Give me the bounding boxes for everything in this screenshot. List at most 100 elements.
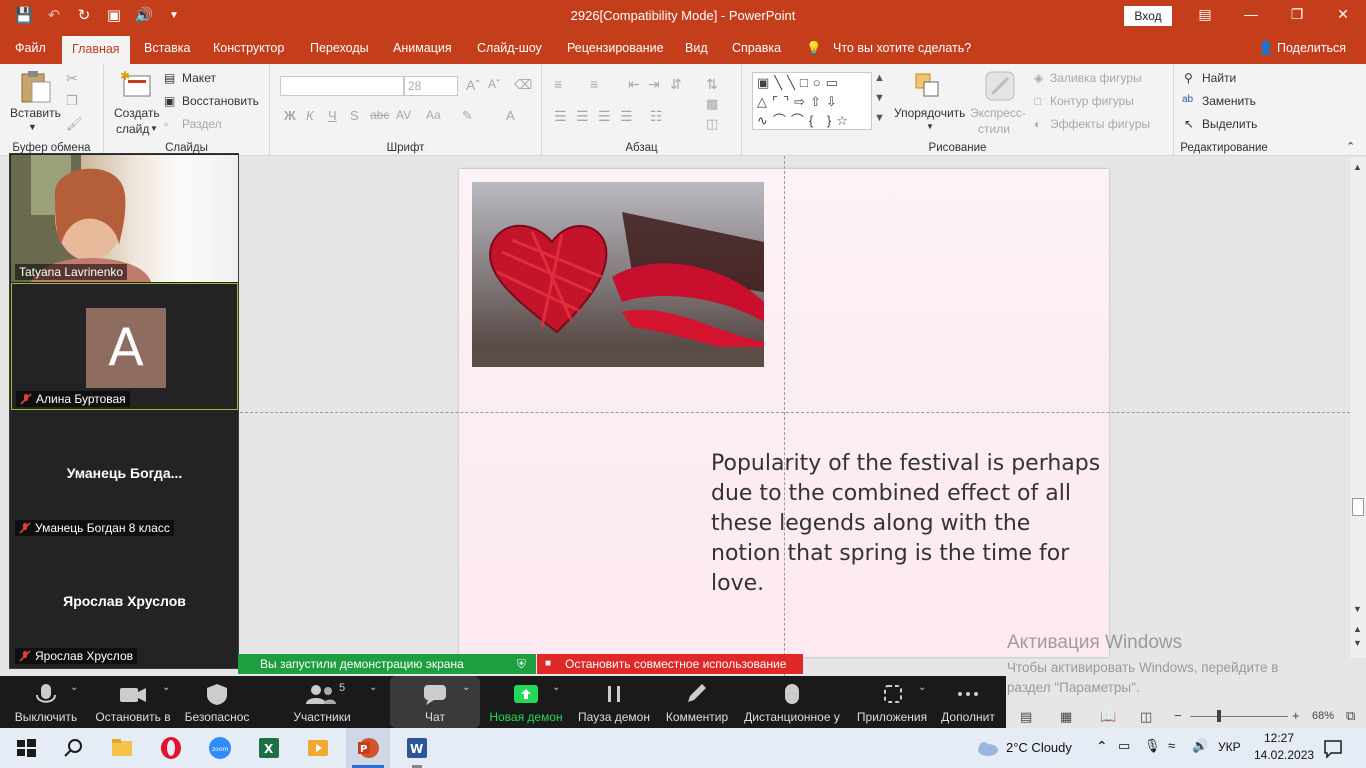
- highlight-icon[interactable]: ✎: [462, 108, 473, 124]
- paste-dropdown-icon[interactable]: ▼: [28, 122, 37, 132]
- search-icon[interactable]: [62, 736, 86, 760]
- new-slide-label-2[interactable]: слайд: [116, 122, 149, 136]
- next-slide-icon[interactable]: ▼: [1353, 638, 1362, 648]
- close-icon[interactable]: ✕: [1331, 6, 1355, 23]
- notifications-icon[interactable]: [1322, 736, 1344, 760]
- minimize-icon[interactable]: —: [1239, 6, 1263, 22]
- horizontal-guide[interactable]: [240, 412, 1350, 413]
- bold-icon[interactable]: Ж: [284, 108, 296, 123]
- reading-view-icon[interactable]: 📖: [1100, 709, 1116, 725]
- file-explorer-icon[interactable]: [110, 736, 134, 760]
- shapes-scroll-down-icon[interactable]: ▼: [874, 92, 885, 104]
- share-button[interactable]: Поделиться: [1277, 41, 1346, 55]
- fit-slide-icon[interactable]: ⧉: [1346, 708, 1355, 724]
- new-slide-dropdown-icon[interactable]: ▼: [150, 124, 158, 133]
- participant-tile[interactable]: Уманець Богда... Уманець Богдан 8 класс: [11, 411, 238, 538]
- apps-options-icon[interactable]: ⌄: [918, 682, 926, 693]
- format-painter-icon[interactable]: 🖌: [66, 116, 83, 132]
- tab-file[interactable]: Файл: [15, 41, 46, 55]
- vertical-guide[interactable]: [784, 156, 785, 676]
- arrange-dropdown-icon[interactable]: ▼: [926, 122, 934, 131]
- tab-help[interactable]: Справка: [732, 41, 781, 55]
- arrange-button[interactable]: Упорядочить: [894, 106, 965, 120]
- slide-body-text[interactable]: Popularity of the festival is perhaps du…: [711, 449, 1103, 599]
- tab-transitions[interactable]: Переходы: [310, 41, 369, 55]
- font-name-combo[interactable]: [280, 76, 404, 96]
- volume-icon[interactable]: 🔊: [1192, 738, 1208, 754]
- new-slide-button[interactable]: Создать: [114, 106, 160, 120]
- increase-indent-icon[interactable]: ⇥: [648, 76, 660, 93]
- security-button[interactable]: Безопаснос: [180, 676, 254, 728]
- wifi-icon[interactable]: ≈: [1168, 738, 1175, 753]
- annotate-button[interactable]: Комментир: [660, 676, 734, 728]
- scroll-down-icon[interactable]: ▼: [1353, 604, 1362, 614]
- align-left-icon[interactable]: ☰: [554, 108, 567, 125]
- align-right-icon[interactable]: ☰: [598, 108, 611, 125]
- participant-tile[interactable]: Tatyana Lavrinenko: [11, 155, 238, 282]
- font-size-combo[interactable]: 28: [404, 76, 458, 96]
- stop-share-button[interactable]: ■ Остановить совместное использование: [537, 654, 803, 674]
- zoom-out-icon[interactable]: −: [1174, 708, 1182, 723]
- cloudy-weather-icon[interactable]: [974, 736, 1000, 760]
- signin-button[interactable]: Вход: [1124, 6, 1172, 26]
- replace-button[interactable]: Заменить: [1202, 94, 1256, 108]
- tab-design[interactable]: Конструктор: [213, 41, 284, 55]
- shape-outline-button[interactable]: Контур фигуры: [1050, 94, 1134, 108]
- slideshow-view-icon[interactable]: ◫: [1140, 709, 1152, 725]
- zoom-level[interactable]: 68%: [1312, 710, 1334, 722]
- shadow-icon[interactable]: S: [350, 108, 359, 123]
- cut-icon[interactable]: ✂: [66, 70, 78, 87]
- tell-me-search[interactable]: Что вы хотите сделать?: [833, 41, 971, 55]
- shape-effects-button[interactable]: Эффекты фигуры: [1050, 117, 1150, 131]
- align-text-icon[interactable]: ▩: [706, 96, 718, 112]
- slide-sorter-icon[interactable]: ▦: [1060, 709, 1072, 725]
- smartart-icon[interactable]: ◫: [706, 116, 718, 132]
- layout-button[interactable]: Макет: [182, 71, 216, 85]
- tab-review[interactable]: Рецензирование: [567, 41, 664, 55]
- excel-icon[interactable]: X: [257, 736, 281, 760]
- ribbon-display-icon[interactable]: ▤: [1193, 6, 1217, 23]
- clock-date[interactable]: 14.02.2023: [1254, 748, 1314, 762]
- opera-icon[interactable]: [159, 736, 183, 760]
- line-spacing-icon[interactable]: ⇵: [670, 76, 682, 93]
- section-button[interactable]: Раздел: [182, 117, 222, 131]
- text-direction-icon[interactable]: ⇅: [706, 76, 718, 93]
- tab-view[interactable]: Вид: [685, 41, 708, 55]
- tab-animations[interactable]: Анимация: [393, 41, 452, 55]
- numbering-icon[interactable]: ≡: [590, 76, 598, 92]
- font-color-icon[interactable]: A: [506, 108, 515, 123]
- powerpoint-icon[interactable]: P: [356, 736, 380, 760]
- media-player-icon[interactable]: [306, 736, 330, 760]
- underline-icon[interactable]: Ч: [328, 108, 337, 123]
- shapes-more-icon[interactable]: ▼: [874, 112, 885, 124]
- quick-styles-label-2[interactable]: стили: [978, 122, 1010, 136]
- clear-format-icon[interactable]: ⌫: [514, 77, 532, 93]
- paste-button[interactable]: Вставить: [10, 106, 61, 120]
- shrink-font-icon[interactable]: Aˇ: [488, 77, 500, 91]
- find-button[interactable]: Найти: [1202, 71, 1236, 85]
- shapes-gallery[interactable]: ▣╲╲□○▭ △⌜⌝⇨⇧⇩ ∿⌒⌒{ }☆: [752, 72, 872, 130]
- microphone-tray-icon[interactable]: 🎙: [1144, 738, 1161, 754]
- char-spacing-icon[interactable]: AV: [396, 108, 411, 122]
- prev-slide-icon[interactable]: ▲: [1353, 624, 1362, 634]
- grow-font-icon[interactable]: Aˆ: [466, 77, 480, 93]
- share-options-icon[interactable]: ⌄: [552, 682, 560, 693]
- tab-home[interactable]: Главная: [62, 36, 130, 64]
- collapse-ribbon-icon[interactable]: ⌃: [1346, 140, 1355, 153]
- vertical-scrollbar[interactable]: ▲ ▼ ▲ ▼: [1350, 158, 1366, 658]
- mute-options-icon[interactable]: ⌄: [70, 682, 78, 693]
- mute-button[interactable]: ⌄ Выключить: [8, 676, 84, 728]
- quick-styles-button[interactable]: Экспресс-: [970, 106, 1026, 120]
- show-hidden-icons[interactable]: ⌃: [1096, 738, 1108, 755]
- shape-fill-button[interactable]: Заливка фигуры: [1050, 71, 1142, 85]
- battery-icon[interactable]: ▭: [1118, 738, 1130, 754]
- scroll-up-icon[interactable]: ▲: [1353, 162, 1362, 172]
- participant-tile[interactable]: Ярослав Хруслов Ярослав Хруслов: [11, 539, 238, 666]
- more-button[interactable]: Дополнит: [936, 676, 1000, 728]
- copy-icon[interactable]: ❐: [66, 93, 78, 109]
- apps-button[interactable]: ⌄ Приложения: [852, 676, 932, 728]
- decrease-indent-icon[interactable]: ⇤: [628, 76, 640, 93]
- chat-button[interactable]: ⌄ Чат: [390, 676, 480, 728]
- align-center-icon[interactable]: ☰: [576, 108, 589, 125]
- italic-icon[interactable]: К: [306, 108, 314, 123]
